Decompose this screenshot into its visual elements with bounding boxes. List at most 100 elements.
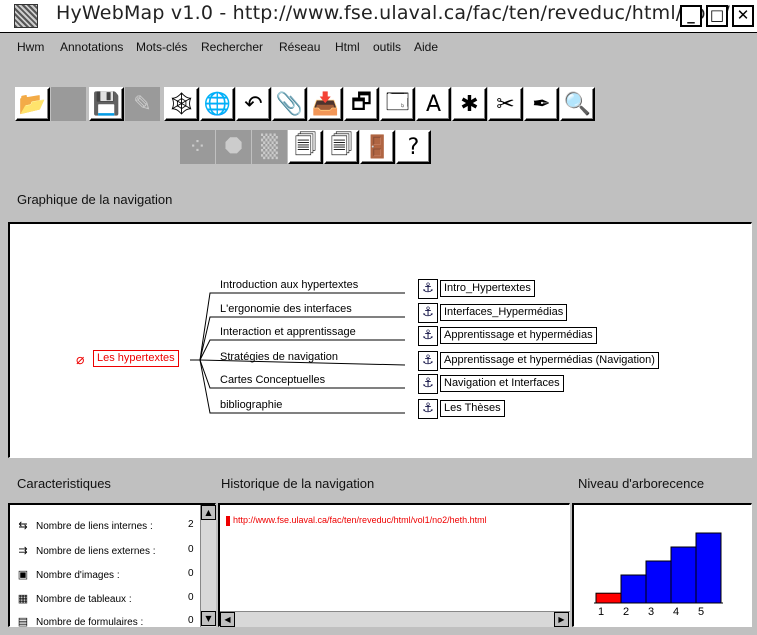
tree-level-tick-1: 1 — [598, 606, 604, 618]
tables-row: ▦ Nombre de tableaux : — [16, 592, 132, 605]
history-label: Historique de la navigation — [221, 476, 375, 491]
branch-label-3[interactable]: Interaction et apprentissage — [220, 326, 356, 338]
scroll-left-arrow-icon[interactable]: ◀ — [220, 612, 235, 627]
characteristics-label: Caracteristiques — [17, 476, 111, 491]
search-link-icon[interactable]: 🔍 — [560, 87, 595, 121]
history-hscrollbar[interactable]: ◀ ▶ — [220, 611, 570, 627]
internal-links-row: ⇆ Nombre de liens internes : — [16, 519, 153, 532]
menu-rechercher[interactable]: Rechercher — [201, 40, 263, 54]
root-clip-icon: ⌀ — [76, 351, 85, 367]
external-links-row: ⇉ Nombre de liens externes : — [16, 544, 156, 557]
root-node[interactable]: Les hypertextes — [93, 350, 179, 367]
help-icon[interactable]: ? — [396, 130, 431, 164]
characteristics-scrollbar[interactable]: ▲ ▼ — [200, 505, 216, 627]
document-arrow-icon[interactable]: 📥 — [308, 87, 343, 121]
tree-level-bar-5 — [695, 532, 722, 604]
tree-level-bar-1 — [595, 592, 622, 604]
tree-level-chart: 1 2 3 4 5 — [594, 532, 723, 618]
minimize-button[interactable]: _ — [680, 5, 702, 27]
history-entry[interactable]: http://www.fse.ulaval.ca/fac/ten/reveduc… — [226, 515, 487, 526]
paperclip-search-icon[interactable]: 📎 — [272, 87, 307, 121]
tree-level-tick-5: 5 — [698, 606, 704, 618]
window-copy-icon[interactable]: 🗗 — [344, 87, 379, 121]
pen-icon: ✎ — [125, 87, 160, 121]
tables-icon: ▦ — [17, 593, 29, 605]
globe-page-icon[interactable]: ⚓ — [418, 374, 438, 394]
images-label: Nombre d'images : — [36, 570, 120, 581]
blank-icon — [51, 87, 86, 121]
history-panel: http://www.fse.ulaval.ca/fac/ten/reveduc… — [218, 503, 570, 627]
images-icon: ▣ — [17, 569, 29, 581]
external-links-label: Nombre de liens externes : — [36, 546, 156, 557]
forms-icon: ▤ — [17, 616, 29, 628]
images-row: ▣ Nombre d'images : — [16, 568, 120, 581]
internal-links-label: Nombre de liens internes : — [36, 521, 153, 532]
forms-label: Nombre de formulaires : — [36, 617, 144, 628]
history-marker-icon — [226, 515, 230, 526]
target-node-3[interactable]: Apprentissage et hypermédias — [440, 327, 597, 344]
internal-links-icon: ⇆ — [18, 520, 28, 532]
app-logo-icon — [14, 4, 38, 28]
noise-icon: ▒ — [252, 130, 287, 164]
globe-page-icon[interactable]: ⚓ — [418, 279, 438, 299]
scatter-icon: ⁘ — [180, 130, 215, 164]
globe-page-icon[interactable]: ⚓ — [418, 303, 438, 323]
globe-page-icon[interactable]: ⚓ — [418, 351, 438, 371]
cut-page-icon[interactable]: ✂ — [488, 87, 523, 121]
globe-page-icon[interactable]: ⚓ — [418, 399, 438, 419]
scroll-right-arrow-icon[interactable]: ▶ — [554, 612, 569, 627]
target-node-1[interactable]: Intro_Hypertextes — [440, 280, 535, 297]
tree-level-panel: 1 2 3 4 5 — [572, 503, 752, 627]
external-links-value: 0 — [188, 544, 194, 555]
menu-mots-cles[interactable]: Mots-clés — [136, 40, 187, 54]
open-folder-icon[interactable]: 📂 — [15, 87, 50, 121]
globe-icon[interactable]: 🌐 — [200, 87, 235, 121]
nav-graph-lines — [190, 292, 406, 414]
web-icon[interactable]: 🕸 — [164, 87, 199, 121]
tree-icon[interactable]: ✱ — [452, 87, 487, 121]
menu-reseau[interactable]: Réseau — [279, 40, 320, 54]
target-node-5[interactable]: Navigation et Interfaces — [440, 375, 564, 392]
tree-level-tick-3: 3 — [648, 606, 654, 618]
close-button[interactable]: ✕ — [732, 5, 754, 27]
images-value: 0 — [188, 568, 194, 579]
scroll-up-arrow-icon[interactable]: ▲ — [201, 505, 216, 520]
target-node-4[interactable]: Apprentissage et hypermédias (Navigation… — [440, 352, 659, 369]
maximize-button[interactable]: □ — [706, 5, 728, 27]
exit-door-icon[interactable]: 🚪 — [360, 130, 395, 164]
font-link-icon[interactable]: A — [416, 87, 451, 121]
title-bar: HyWebMap v1.0 - http://www.fse.ulaval.ca… — [0, 0, 757, 33]
branch-label-1[interactable]: Introduction aux hypertextes — [220, 279, 358, 291]
menu-annotations[interactable]: Annotations — [60, 40, 123, 54]
menu-outils[interactable]: outils — [373, 40, 401, 54]
external-links-icon: ⇉ — [18, 545, 28, 557]
tables-label: Nombre de tableaux : — [36, 594, 132, 605]
nav-graph-label: Graphique de la navigation — [17, 192, 173, 207]
menu-html[interactable]: Html — [335, 40, 360, 54]
target-node-2[interactable]: Interfaces_Hypermédias — [440, 304, 568, 321]
tree-level-tick-4: 4 — [673, 606, 679, 618]
tree-level-bar-3 — [645, 560, 672, 604]
branch-label-2[interactable]: L'ergonomie des interfaces — [220, 303, 352, 315]
globe-page-icon[interactable]: ⚓ — [418, 326, 438, 346]
page-arrow-icon[interactable]: ↶ — [236, 87, 271, 121]
target-node-6[interactable]: Les Thèses — [440, 400, 505, 417]
octagon-icon: ⯃ — [216, 130, 251, 164]
menu-hwm[interactable]: Hwm — [17, 40, 44, 54]
menu-aide[interactable]: Aide — [414, 40, 438, 54]
window-title: HyWebMap v1.0 - http://www.fse.ulaval.ca… — [56, 2, 749, 24]
branch-label-5[interactable]: Cartes Conceptuelles — [220, 374, 325, 386]
branch-label-4[interactable]: Stratégies de navigation — [220, 351, 338, 363]
windows-icon[interactable]: 🗔 — [380, 87, 415, 121]
doc-list2-icon[interactable]: 🗐 — [324, 130, 359, 164]
tree-level-bar-4 — [670, 546, 697, 604]
nav-graph-panel: ⌀ Les hypertextes Introduction aux hyper… — [8, 222, 752, 458]
internal-links-value: 2 — [188, 519, 194, 530]
tables-value: 0 — [188, 592, 194, 603]
tree-level-bar-2 — [620, 574, 647, 604]
branch-label-6[interactable]: bibliographie — [220, 399, 282, 411]
doc-list-icon[interactable]: 🗐 — [288, 130, 323, 164]
save-disk-icon[interactable]: 💾 — [89, 87, 124, 121]
link-pen-icon[interactable]: ✒ — [524, 87, 559, 121]
scroll-down-arrow-icon[interactable]: ▼ — [201, 611, 216, 626]
